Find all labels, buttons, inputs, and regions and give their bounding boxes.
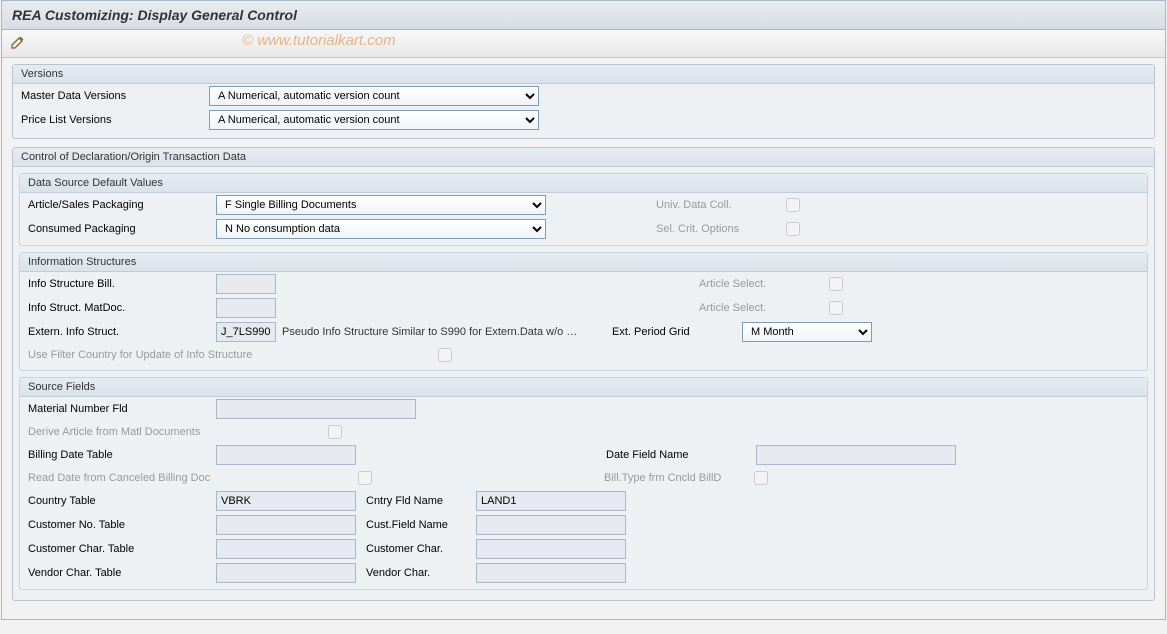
extperiod-label: Ext. Period Grid [612,326,742,338]
univ-data-checkbox[interactable] [786,198,800,212]
vendchar-label: Vendor Char. Table [28,567,216,579]
billtype-checkbox[interactable] [754,471,768,485]
price-versions-label: Price List Versions [21,114,209,126]
custchar-input[interactable] [216,539,356,559]
defaults-title: Data Source Default Values [20,174,1147,193]
filter-label: Use Filter Country for Update of Info St… [28,349,438,361]
page-title: REA Customizing: Display General Control [12,7,1155,23]
master-versions-label: Master Data Versions [21,90,209,102]
consumed-select[interactable]: N No consumption data [216,219,546,239]
matdoc-label: Info Struct. MatDoc. [28,302,216,314]
custchar-label: Customer Char. Table [28,543,216,555]
versions-group: Versions Master Data Versions A Numerica… [12,64,1155,139]
control-title: Control of Declaration/Origin Transactio… [13,148,1154,167]
custno-input[interactable] [216,515,356,535]
source-title: Source Fields [20,378,1147,397]
readdate-label: Read Date from Canceled Billing Doc [28,472,358,484]
artsel1-label: Article Select. [699,278,829,290]
billtable-input[interactable] [216,445,356,465]
country-label: Country Table [28,495,216,507]
custfld-label: Cust.Field Name [356,519,476,531]
edit-icon[interactable] [10,36,26,48]
page-header: REA Customizing: Display General Control [2,1,1165,30]
vendchar-input[interactable] [216,563,356,583]
matdoc-input[interactable] [216,298,276,318]
matnum-input[interactable] [216,399,416,419]
control-group: Control of Declaration/Origin Transactio… [12,147,1155,601]
article-select[interactable]: F Single Billing Documents [216,195,546,215]
filter-checkbox[interactable] [438,348,452,362]
billtype-label: Bill.Type frm Cncld BillD [604,472,754,484]
derive-label: Derive Article from Matl Documents [28,426,328,438]
versions-title: Versions [13,65,1154,84]
toolbar: © www.tutorialkart.com [2,30,1165,58]
info-group: Information Structures Info Structure Bi… [19,252,1148,371]
artsel2-checkbox[interactable] [829,301,843,315]
datefield-label: Date Field Name [606,449,756,461]
extern-label: Extern. Info Struct. [28,326,216,338]
cntryfld-input[interactable] [476,491,626,511]
derive-checkbox[interactable] [328,425,342,439]
extperiod-select[interactable]: M Month [742,322,872,342]
source-group: Source Fields Material Number Fld Derive… [19,377,1148,590]
defaults-group: Data Source Default Values Article/Sales… [19,173,1148,246]
selcrit-checkbox[interactable] [786,222,800,236]
custchar2-input[interactable] [476,539,626,559]
article-label: Article/Sales Packaging [28,199,216,211]
univ-data-label: Univ. Data Coll. [656,199,786,211]
custno-label: Customer No. Table [28,519,216,531]
artsel2-label: Article Select. [699,302,829,314]
infobill-input[interactable] [216,274,276,294]
selcrit-label: Sel. Crit. Options [656,223,786,235]
info-title: Information Structures [20,253,1147,272]
watermark: © www.tutorialkart.com [242,32,396,49]
extern-desc: Pseudo Info Structure Similar to S990 fo… [282,326,612,338]
custfld-input[interactable] [476,515,626,535]
vendchar2-input[interactable] [476,563,626,583]
price-versions-select[interactable]: A Numerical, automatic version count [209,110,539,130]
vendchar2-label: Vendor Char. [356,567,476,579]
country-input[interactable] [216,491,356,511]
cntryfld-label: Cntry Fld Name [356,495,476,507]
infobill-label: Info Structure Bill. [28,278,216,290]
master-versions-select[interactable]: A Numerical, automatic version count [209,86,539,106]
custchar2-label: Customer Char. [356,543,476,555]
datefield-input[interactable] [756,445,956,465]
readdate-checkbox[interactable] [358,471,372,485]
artsel1-checkbox[interactable] [829,277,843,291]
extern-input[interactable] [216,322,276,342]
consumed-label: Consumed Packaging [28,223,216,235]
matnum-label: Material Number Fld [28,403,216,415]
billtable-label: Billing Date Table [28,449,216,461]
